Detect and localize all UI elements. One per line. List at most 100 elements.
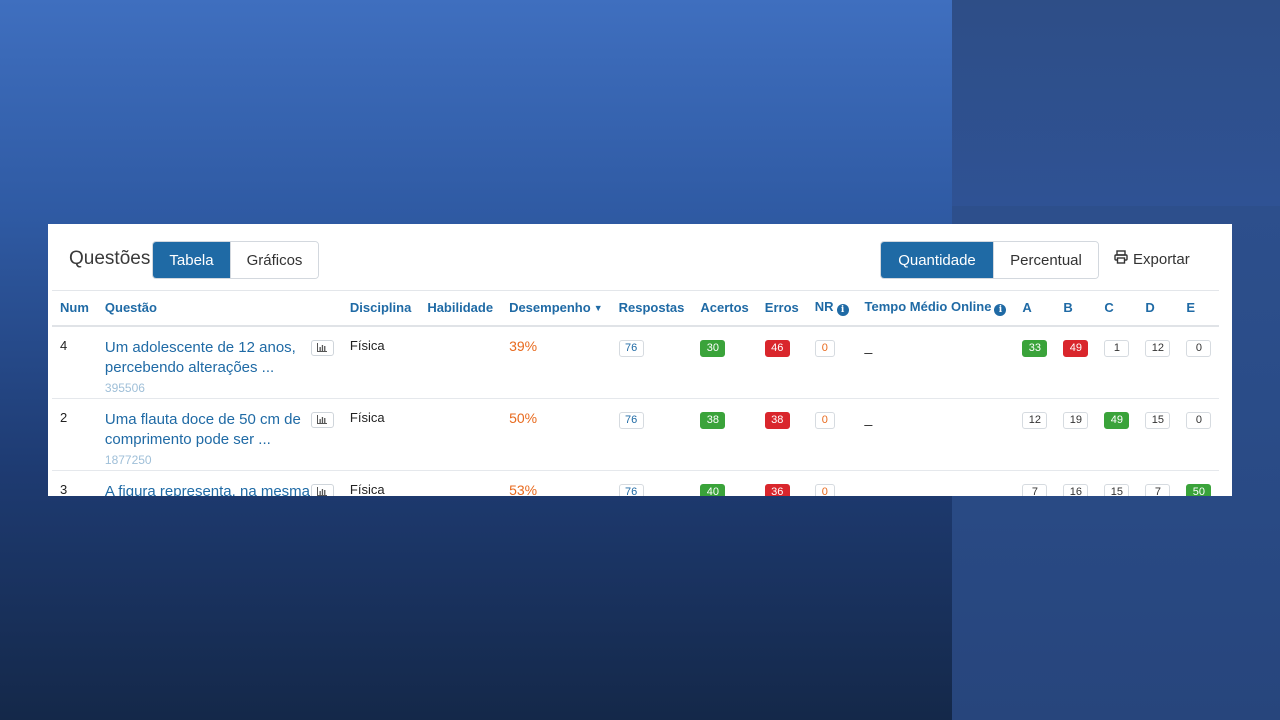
option-e-badge: 0 [1186, 339, 1212, 357]
desempenho-value: 50% [509, 409, 538, 426]
option-b-badge: 19 [1063, 411, 1089, 429]
cell-respostas: 76 [610, 325, 693, 399]
info-icon[interactable]: i [836, 304, 849, 317]
option-a-badge: 12 [1022, 411, 1048, 429]
option-d-badge: 15 [1145, 411, 1171, 429]
question-link[interactable]: Um adolescente de 12 anos, percebendo al… [105, 338, 311, 398]
col-desempenho-label: Desempenho [509, 300, 591, 316]
erros-badge: 36 [764, 483, 790, 496]
tab-graficos[interactable]: Gráficos [230, 242, 318, 278]
question-text: Um adolescente de 12 anos, percebendo al… [104, 338, 296, 376]
cell-c: 1 [1096, 325, 1138, 399]
view-toggle: Tabela Gráficos [152, 241, 319, 279]
col-habilidade[interactable]: Habilidade [419, 290, 502, 327]
col-disciplina[interactable]: Disciplina [341, 290, 420, 327]
option-b-badge: 16 [1063, 483, 1089, 496]
acertos-badge: 40 [700, 483, 726, 496]
cell-a: 33 [1014, 325, 1056, 399]
cell-erros: 38 [756, 398, 807, 471]
option-e-badge: 50 [1186, 483, 1212, 496]
info-icon[interactable]: i [994, 304, 1007, 317]
bar-chart-icon[interactable] [310, 411, 334, 428]
table-row: 2 Uma flauta doce de 50 cm de compriment… [52, 398, 1220, 471]
question-text: A figura representa, na mesma escala, du… [104, 482, 310, 497]
cell-desempenho: 53% [501, 470, 611, 497]
option-e-badge: 0 [1186, 411, 1212, 429]
col-acertos[interactable]: Acertos [692, 290, 757, 327]
cell-habilidade [419, 470, 501, 496]
printer-icon [1114, 250, 1128, 268]
col-b[interactable]: B [1055, 290, 1097, 327]
erros-badge: 46 [764, 339, 790, 357]
cell-e: 50 [1178, 470, 1219, 496]
cell-tempo: _ [856, 325, 1015, 399]
col-tempo-medio[interactable]: Tempo Médio Online i [856, 290, 1015, 327]
cell-e: 0 [1178, 398, 1220, 471]
col-c[interactable]: C [1096, 290, 1138, 327]
question-link[interactable]: Uma flauta doce de 50 cm de comprimento … [105, 410, 311, 470]
cell-c: 15 [1096, 470, 1137, 496]
questions-table: Num Questão Disciplina Habilidade Desemp… [52, 290, 1220, 496]
export-label: Exportar [1133, 250, 1190, 268]
table-row: 3 A figura representa, na mesma escala, … [52, 470, 1219, 496]
table-header-row: Num Questão Disciplina Habilidade Desemp… [52, 290, 1220, 327]
cell-a: 12 [1014, 398, 1056, 471]
export-button[interactable]: Exportar [1114, 250, 1190, 268]
table-row: 4 Um adolescente de 12 anos, percebendo … [52, 325, 1220, 399]
option-c-badge: 49 [1104, 411, 1130, 429]
panel-title: Questões [69, 248, 151, 269]
option-a-badge: 33 [1022, 339, 1048, 357]
tab-percentual[interactable]: Percentual [993, 242, 1098, 278]
tab-quantidade[interactable]: Quantidade [881, 242, 993, 278]
question-id: 395506 [104, 380, 145, 395]
question-link[interactable]: A figura representa, na mesma escala, du… [105, 482, 311, 497]
cell-num: 3 [60, 481, 68, 497]
col-questao[interactable]: Questão [96, 290, 342, 327]
cell-b: 16 [1055, 470, 1096, 496]
cell-respostas: 76 [610, 398, 693, 471]
cell-question: Um adolescente de 12 anos, percebendo al… [96, 325, 342, 399]
col-tempo-label: Tempo Médio Online [864, 299, 992, 315]
cell-num: 4 [52, 325, 97, 399]
col-nr[interactable]: NR i [806, 290, 857, 327]
tempo-value: _ [864, 337, 873, 354]
option-c-badge: 1 [1104, 339, 1130, 357]
cell-question: A figura representa, na mesma escala, du… [97, 470, 342, 496]
col-erros[interactable]: Erros [756, 290, 807, 327]
cell-nr: 0 [806, 325, 857, 399]
col-e[interactable]: E [1178, 290, 1220, 327]
bar-chart-icon[interactable] [310, 483, 334, 496]
cell-c: 49 [1096, 398, 1138, 471]
mode-toggle: Quantidade Percentual [880, 241, 1099, 279]
cell-desempenho: 50% [501, 398, 611, 471]
cell-erros: 46 [756, 325, 807, 399]
cell-erros: 36 [757, 470, 807, 496]
cell-tempo: _ [856, 398, 1015, 471]
cell-nr: 0 [807, 470, 857, 496]
col-desempenho[interactable]: Desempenho ▼ [501, 290, 611, 327]
cell-b: 19 [1055, 398, 1097, 471]
col-d[interactable]: D [1137, 290, 1179, 327]
cell-acertos: 40 [692, 470, 756, 496]
questions-panel: Questões Tabela Gráficos Quantidade Perc… [48, 224, 1232, 496]
col-a[interactable]: A [1014, 290, 1056, 327]
tab-tabela[interactable]: Tabela [153, 242, 230, 278]
cell-habilidade [419, 398, 502, 471]
cell-habilidade [419, 325, 502, 399]
respostas-badge: 76 [618, 339, 644, 357]
respostas-badge: 76 [618, 483, 644, 496]
acertos-badge: 30 [700, 339, 726, 357]
background-panel-top-right [952, 0, 1280, 206]
col-respostas[interactable]: Respostas [610, 290, 693, 327]
bar-chart-icon[interactable] [310, 339, 334, 356]
col-nr-label: NR [814, 299, 834, 315]
cell-respostas: 76 [611, 470, 693, 496]
cell-num: 2 [52, 398, 97, 471]
option-b-badge: 49 [1063, 339, 1089, 357]
cell-d: 7 [1137, 470, 1178, 496]
cell-desempenho: 39% [501, 325, 611, 399]
col-num[interactable]: Num [52, 290, 97, 327]
option-d-badge: 7 [1145, 483, 1171, 496]
option-a-badge: 7 [1022, 483, 1048, 496]
acertos-badge: 38 [700, 411, 726, 429]
